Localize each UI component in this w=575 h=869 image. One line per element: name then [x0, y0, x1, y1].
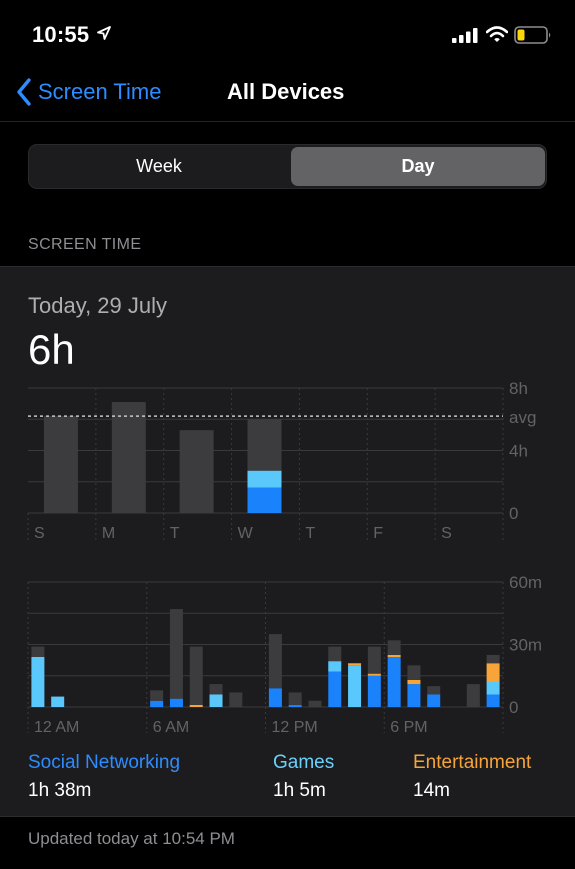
- hourly-bar-segment: [367, 673, 381, 676]
- hourly-bar-segment: [486, 682, 500, 695]
- hourly-bar-segment: [268, 688, 282, 707]
- hourly-bar-segment: [209, 684, 223, 695]
- hourly-bar-segment: [189, 646, 203, 705]
- hourly-bar-segment: [427, 694, 441, 707]
- hourly-bar-segment: [150, 690, 164, 701]
- hourly-y-label: 0: [509, 698, 518, 717]
- legend-games-value: 1h 5m: [273, 780, 326, 801]
- legend-entertainment-value: 14m: [413, 780, 450, 801]
- weekly-bar-segment: [43, 416, 78, 513]
- usage-charts: S M T W T F S 8h avg 4h 0 12 AM 6 AM 12 PM 6 PM 60m 30m 0: [27, 379, 542, 736]
- weekly-x-label: M: [102, 525, 115, 542]
- hourly-bar-segment: [51, 696, 65, 707]
- weekly-bar-segment: [247, 419, 282, 471]
- weekly-chart: [27, 387, 504, 541]
- weekly-x-label: W: [238, 525, 254, 542]
- weekly-y-label: 8h: [509, 379, 528, 398]
- hourly-bar-segment: [31, 646, 45, 657]
- hourly-bar-segment: [407, 665, 421, 680]
- weekly-bar-segment: [247, 487, 282, 513]
- hourly-bar-segment: [31, 657, 45, 707]
- hourly-bar-segment: [407, 679, 421, 685]
- weekly-x-label: S: [34, 525, 45, 542]
- hourly-bar-segment: [486, 694, 500, 707]
- legend-social-networking-value: 1h 38m: [28, 780, 92, 801]
- hourly-bar-segment: [486, 663, 500, 682]
- hourly-bar-segment: [387, 654, 401, 657]
- weekly-y-label: 0: [509, 504, 518, 523]
- weekly-x-label: F: [373, 525, 383, 542]
- hourly-bar-segment: [189, 704, 203, 707]
- hourly-bar-segment: [209, 694, 223, 707]
- hourly-x-label: 6 AM: [153, 719, 189, 736]
- hourly-bar-segment: [348, 665, 362, 707]
- hourly-y-label: 60m: [509, 573, 542, 592]
- legend-games-label[interactable]: Games: [273, 752, 334, 774]
- hourly-bar-segment: [328, 646, 342, 662]
- hourly-bar-segment: [407, 684, 421, 707]
- hourly-bar-segment: [427, 686, 441, 695]
- hourly-bar-segment: [268, 634, 282, 689]
- hourly-bar-segment: [229, 692, 243, 707]
- hourly-bar-segment: [367, 646, 381, 674]
- hourly-bar-segment: [367, 675, 381, 707]
- legend-social-networking-label[interactable]: Social Networking: [28, 752, 180, 774]
- updated-timestamp: Updated today at 10:54 PM: [28, 829, 235, 848]
- weekly-x-label: T: [305, 525, 315, 542]
- hourly-chart: [27, 581, 504, 733]
- hourly-bar-segment: [328, 671, 342, 707]
- hourly-bar-segment: [288, 692, 302, 705]
- hourly-bar-segment: [387, 657, 401, 707]
- legend-entertainment-label[interactable]: Entertainment: [413, 752, 531, 774]
- hourly-bar-segment: [486, 654, 500, 664]
- weekly-bar-segment: [179, 430, 214, 513]
- hourly-bar-segment: [169, 698, 183, 707]
- weekly-bar-segment: [247, 470, 282, 488]
- hourly-bar-segment: [348, 663, 362, 666]
- weekly-bar-segment: [111, 402, 146, 513]
- weekly-avg-label: avg: [509, 408, 536, 427]
- hourly-bar-segment: [328, 661, 342, 672]
- hourly-x-label: 6 PM: [390, 719, 427, 736]
- hourly-bar-segment: [288, 704, 302, 707]
- weekly-x-label: S: [441, 525, 452, 542]
- hourly-bar-segment: [308, 700, 322, 707]
- hourly-bar-segment: [150, 700, 164, 707]
- hourly-y-label: 30m: [509, 636, 542, 655]
- weekly-y-label: 4h: [509, 442, 528, 461]
- hourly-x-label: 12 PM: [272, 719, 318, 736]
- hourly-bar-segment: [387, 640, 401, 655]
- hourly-bar-segment: [466, 684, 480, 707]
- hourly-x-label: 12 AM: [34, 719, 79, 736]
- hourly-bar-segment: [169, 609, 183, 699]
- weekly-x-label: T: [170, 525, 180, 542]
